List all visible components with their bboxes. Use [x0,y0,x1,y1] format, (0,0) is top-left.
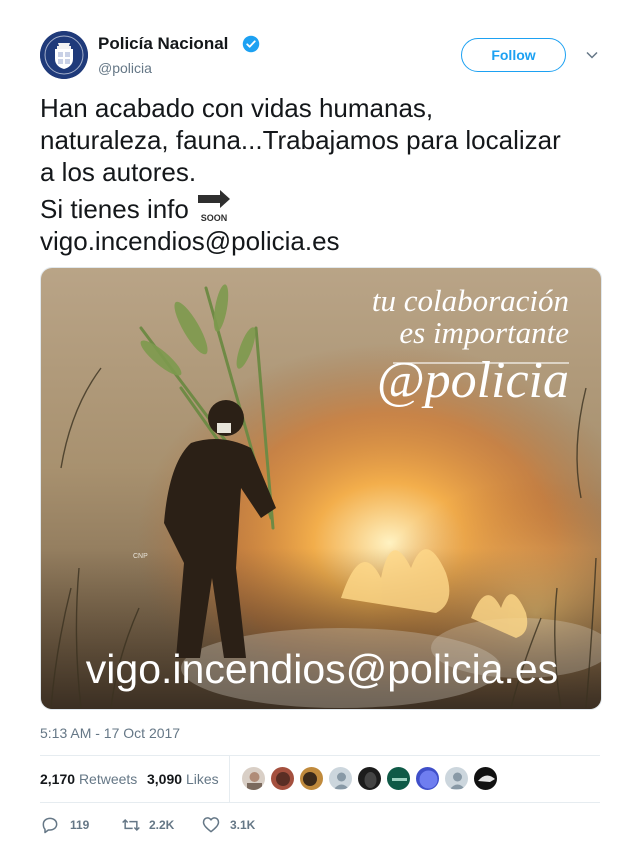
tweet-text-info: Si tienes info [40,194,189,224]
likes-count: 3,090 [147,771,183,787]
overlay-handle: @policia [377,352,569,409]
tweet-text-line: naturaleza, fauna...Trabajamos para loca… [40,125,561,155]
avatar[interactable] [40,31,88,79]
reply-button[interactable]: 119 [40,815,100,835]
retweets-stat[interactable]: 2,170 Retweets [40,771,137,787]
follow-button[interactable]: Follow [461,38,566,72]
liker-avatar[interactable] [270,766,295,791]
liker-avatar[interactable] [241,766,266,791]
likes-label: Likes [185,771,219,787]
tweet-actions: 119 2.2K 3.1K [40,812,600,838]
engagement-stats: 2,170 Retweets 3,090 Likes [40,756,600,802]
user-handle[interactable]: @policia [98,60,152,76]
wildfire-photo: CNP tu colaboración es importante @polic… [41,268,601,709]
liker-avatar[interactable] [357,766,382,791]
liker-avatar[interactable] [328,766,353,791]
tweet-text: Han acabado con vidas humanas, naturalez… [40,92,605,257]
retweets-label: Retweets [78,771,138,787]
tweet-text-line-info: Si tienes info SOON [40,188,605,225]
likes-stat[interactable]: 3,090 Likes [147,771,219,787]
overlay-email: vigo.incendios@policia.es [86,646,558,692]
liker-avatar[interactable] [444,766,469,791]
verified-badge-icon [242,35,260,53]
soon-arrow-emoji: SOON [197,190,230,223]
liker-avatar[interactable] [415,766,440,791]
tweet-media-image[interactable]: CNP tu colaboración es importante @polic… [40,267,602,710]
uniform-badge-text: CNP [133,553,148,560]
stats-separator [229,756,230,802]
tweet-text-line: Han acabado con vidas humanas, [40,93,434,123]
retweet-count: 2.2K [149,818,175,832]
heart-icon [202,817,220,833]
overlay-line-2: es importante [399,315,569,350]
chevron-down-icon[interactable] [585,48,599,62]
soon-emoji-text: SOON [201,213,228,223]
liker-avatar[interactable] [386,766,411,791]
tweet-header: Policía Nacional @policia Follow [40,31,600,79]
liker-avatar[interactable] [299,766,324,791]
liker-avatar[interactable] [473,766,498,791]
overlay-line-1: tu colaboración [372,283,569,318]
tweet-timestamp[interactable]: 5:13 AM - 17 Oct 2017 [40,725,180,741]
retweets-count: 2,170 [40,771,76,787]
reply-count: 119 [70,818,90,832]
display-name[interactable]: Policía Nacional [98,34,228,54]
tweet-text-line: a los autores. [40,157,197,187]
divider [40,802,600,803]
retweet-icon [122,818,140,832]
like-button[interactable]: 3.1K [201,815,261,835]
like-count: 3.1K [230,818,256,832]
reply-icon [42,817,58,834]
retweet-button[interactable]: 2.2K [121,815,181,835]
tweet-email-link[interactable]: vigo.incendios@policia.es [40,225,605,257]
police-badge-icon [40,31,88,79]
